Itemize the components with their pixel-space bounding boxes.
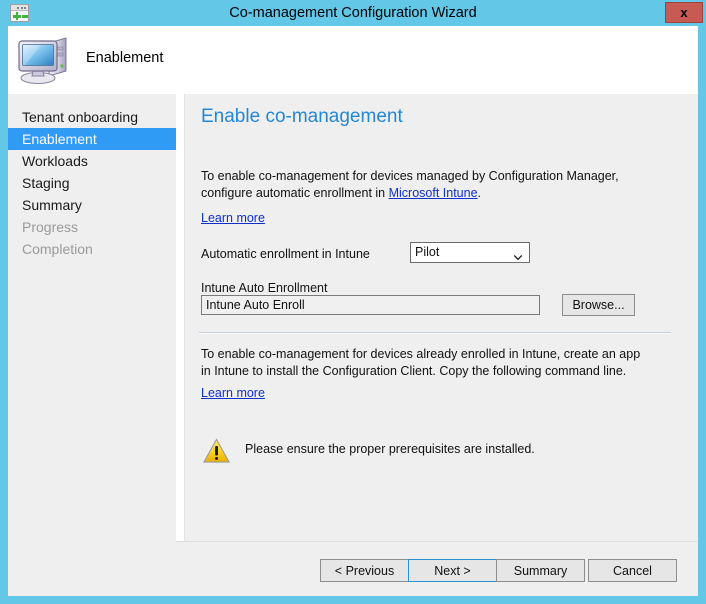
sidebar-item-workloads[interactable]: Workloads xyxy=(8,150,176,172)
learn-more-link-2[interactable]: Learn more xyxy=(201,386,265,400)
icon-plus-vertical xyxy=(15,12,19,21)
warning-triangle-icon xyxy=(201,436,232,465)
icon-minus xyxy=(22,15,28,18)
sidebar-item-label: Summary xyxy=(22,197,82,213)
sidebar-item-label: Progress xyxy=(22,219,79,235)
page-title: Enable co-management xyxy=(201,106,403,127)
window-bottom-edge xyxy=(0,596,706,604)
sidebar-item-label: Enablement xyxy=(22,131,97,147)
cancel-button[interactable]: Cancel xyxy=(588,559,677,582)
icon-dot xyxy=(17,6,19,9)
summary-button[interactable]: Summary xyxy=(496,559,585,582)
chevron-down-icon xyxy=(513,249,523,261)
previous-button[interactable]: < Previous xyxy=(320,559,409,582)
window-title: Co-management Configuration Wizard xyxy=(229,5,477,21)
sidebar-item-staging[interactable]: Staging xyxy=(8,172,176,194)
sidebar-item-label: Staging xyxy=(22,175,70,191)
intro-paragraph-after: . xyxy=(477,186,482,200)
wizard-window-icon xyxy=(10,4,29,22)
sidebar-item-tenant-onboarding[interactable]: Tenant onboarding xyxy=(8,106,176,128)
computer-icon xyxy=(16,31,74,86)
next-button[interactable]: Next > xyxy=(408,559,497,582)
wizard-body: Tenant onboarding Enablement Workloads S… xyxy=(8,91,698,596)
warning-row: Please ensure the proper prerequisites a… xyxy=(201,436,671,470)
intro-paragraph: To enable co-management for devices mana… xyxy=(201,168,653,202)
learn-more-link-1[interactable]: Learn more xyxy=(201,211,265,225)
close-button[interactable]: x xyxy=(665,2,703,23)
icon-dot xyxy=(24,6,26,9)
secondary-paragraph: To enable co-management for devices alre… xyxy=(201,347,641,378)
title-bar: Co-management Configuration Wizard x xyxy=(0,0,706,26)
warning-message: Please ensure the proper prerequisites a… xyxy=(245,442,535,456)
sidebar-item-label: Completion xyxy=(22,241,93,257)
automatic-enrollment-select[interactable]: Pilot xyxy=(410,242,530,263)
intune-auto-enrollment-label: Intune Auto Enrollment xyxy=(201,281,328,295)
section-divider xyxy=(199,332,671,334)
wizard-header: Enablement xyxy=(8,26,698,91)
sidebar-item-enablement[interactable]: Enablement xyxy=(8,128,176,150)
wizard-step-list: Tenant onboarding Enablement Workloads S… xyxy=(8,94,176,596)
intune-auto-enrollment-input[interactable] xyxy=(201,295,540,315)
wizard-window: Co-management Configuration Wizard x Ena… xyxy=(0,0,706,604)
microsoft-intune-link[interactable]: Microsoft Intune xyxy=(389,186,478,200)
sidebar-item-completion: Completion xyxy=(8,238,176,260)
browse-button[interactable]: Browse... xyxy=(562,294,635,316)
automatic-enrollment-label: Automatic enrollment in Intune xyxy=(201,247,370,261)
sidebar-item-progress: Progress xyxy=(8,216,176,238)
icon-dot xyxy=(20,6,23,9)
automatic-enrollment-value: Pilot xyxy=(415,245,440,259)
header-title: Enablement xyxy=(86,50,164,66)
content-panel: Enable co-management To enable co-manage… xyxy=(184,94,698,596)
sidebar-item-label: Workloads xyxy=(22,153,88,169)
sidebar-item-label: Tenant onboarding xyxy=(22,109,138,125)
wizard-footer: < Previous Next > Summary Cancel xyxy=(176,542,697,596)
sidebar-item-summary[interactable]: Summary xyxy=(8,194,176,216)
